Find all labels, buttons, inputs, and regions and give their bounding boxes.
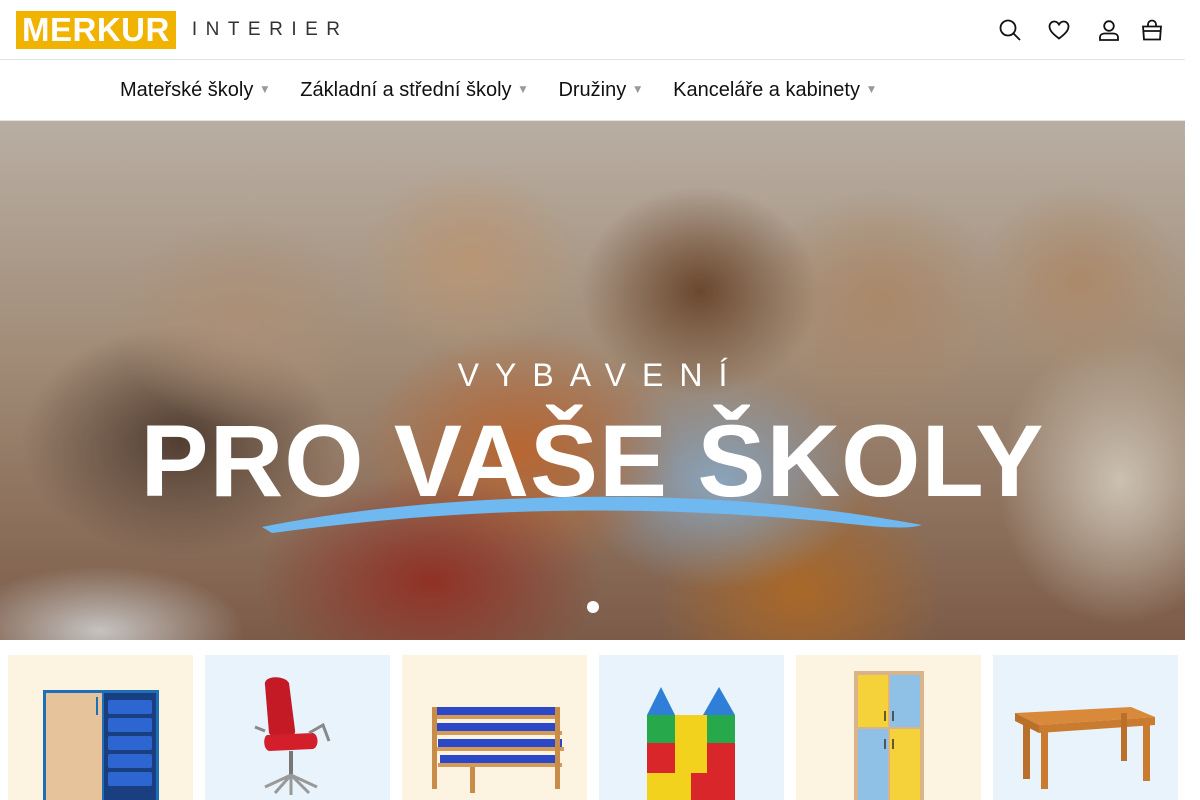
heart-icon[interactable] [1045,16,1073,44]
hero-banner[interactable]: VYBAVENÍ PRO VAŠE ŠKOLY [0,121,1185,640]
nav-item-label: Kanceláře a kabinety [673,78,860,101]
category-tile[interactable] [8,655,193,800]
chevron-down-icon: ▼ [519,85,527,95]
chevron-down-icon: ▼ [261,85,269,95]
category-tile[interactable] [993,655,1178,800]
nav-item-label: Družiny [558,78,627,101]
wardrobe-icon [854,671,924,800]
nav-item-druziny[interactable]: Družiny ▼ [558,79,641,102]
hero-subtitle: VYBAVENÍ [457,357,744,393]
search-icon[interactable] [996,16,1024,44]
shopping-bag-icon[interactable] [1138,16,1166,44]
chevron-down-icon: ▼ [867,85,875,95]
header-actions [996,16,1185,44]
main-nav: Mateřské školy ▼ Základní a střední škol… [0,60,1185,121]
category-tile[interactable] [796,655,981,800]
table-icon [1015,707,1155,789]
nav-item-label: Základní a střední školy [300,78,512,101]
site-header: MERKUR INTERIER [0,0,1185,60]
category-tiles [8,655,1178,800]
stacking-beds-icon [432,707,564,793]
nav-item-label: Mateřské školy [120,78,254,101]
logo-badge: MERKUR [16,11,176,49]
category-tile[interactable] [599,655,784,800]
category-tile[interactable] [205,655,390,800]
logo-name: MERKUR [22,11,170,48]
nav-item-materske-skoly[interactable]: Mateřské školy ▼ [120,79,268,102]
category-tile[interactable] [402,655,587,800]
carousel-dot[interactable] [587,601,599,613]
user-icon[interactable] [1095,16,1123,44]
storage-cabinet-icon [43,690,159,800]
logo-subtitle: INTERIER [191,19,349,40]
nav-item-zakladni-a-stredni-skoly[interactable]: Základní a střední školy ▼ [300,79,526,102]
hero-swoosh-underline [262,496,922,533]
office-chair-icon [254,677,331,795]
foam-blocks-icon [647,687,735,800]
chevron-down-icon: ▼ [634,85,642,95]
nav-item-kancelare-a-kabinety[interactable]: Kanceláře a kabinety ▼ [673,79,875,102]
site-logo[interactable]: MERKUR INTERIER [16,11,349,49]
